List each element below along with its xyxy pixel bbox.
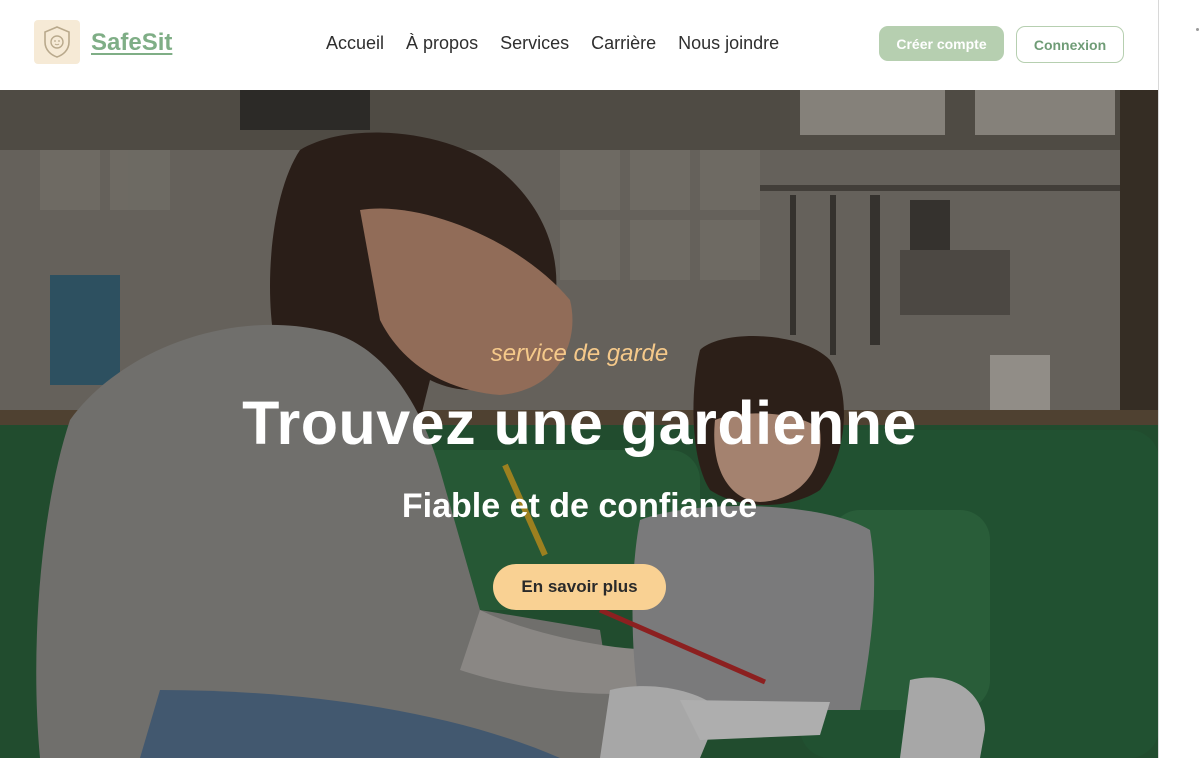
nav-item-a-propos[interactable]: À propos bbox=[406, 33, 478, 54]
main-nav: Accueil À propos Services Carrière Nous … bbox=[326, 33, 779, 54]
browser-viewport: SafeSit Accueil À propos Services Carriè… bbox=[0, 0, 1159, 758]
login-button[interactable]: Connexion bbox=[1016, 26, 1124, 63]
nav-item-accueil[interactable]: Accueil bbox=[326, 33, 384, 54]
learn-more-button[interactable]: En savoir plus bbox=[493, 564, 666, 610]
create-account-button[interactable]: Créer compte bbox=[879, 26, 1004, 61]
navbar: SafeSit Accueil À propos Services Carriè… bbox=[0, 0, 1158, 91]
logo-icon[interactable] bbox=[34, 20, 80, 64]
nav-item-services[interactable]: Services bbox=[500, 33, 569, 54]
shield-child-icon bbox=[44, 26, 70, 58]
hero-content: service de garde Trouvez une gardienne F… bbox=[0, 90, 1158, 758]
hero-subheadline: Fiable et de confiance bbox=[401, 487, 758, 525]
hero-section: service de garde Trouvez une gardienne F… bbox=[0, 90, 1158, 758]
nav-item-carriere[interactable]: Carrière bbox=[591, 33, 656, 54]
edge-dot bbox=[1196, 28, 1199, 31]
hero-headline: Trouvez une gardienne bbox=[242, 389, 917, 457]
brand-name-link[interactable]: SafeSit bbox=[91, 29, 172, 57]
nav-item-nous-joindre[interactable]: Nous joindre bbox=[678, 33, 779, 54]
hero-eyebrow: service de garde bbox=[490, 340, 669, 367]
